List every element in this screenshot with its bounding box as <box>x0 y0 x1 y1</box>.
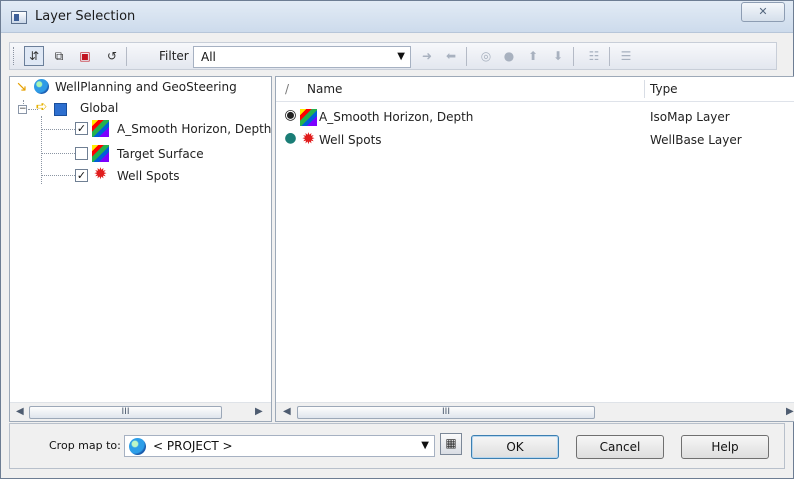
tree-line <box>41 129 75 130</box>
arrow-up-icon: ⬆ <box>527 49 539 63</box>
eye-icon[interactable]: ◉ <box>282 107 299 124</box>
chevron-left-icon[interactable]: ◀ <box>283 406 291 417</box>
globe-icon <box>34 79 49 94</box>
map-icon <box>300 109 317 126</box>
map-icon <box>92 145 109 162</box>
arrow-right-icon: ➪ <box>35 99 48 115</box>
tree-line <box>41 116 42 184</box>
layer-checkbox-target-surface[interactable] <box>75 147 88 160</box>
toolbar-separator <box>609 47 610 66</box>
toolbar-separator <box>573 47 574 66</box>
copy-layers-icon: ⧉ <box>54 49 64 63</box>
tree-horizontal-scrollbar[interactable]: ◀ III ▶ <box>10 402 271 421</box>
layer-tree-panel[interactable]: ↘ WellPlanning and GeoSteering − ➪ Globa… <box>9 76 272 422</box>
toolbar-separator <box>466 47 467 66</box>
crop-map-value: < PROJECT > <box>153 439 233 453</box>
tree-line <box>41 153 75 154</box>
properties-button[interactable]: ☷ <box>584 46 604 66</box>
window-title: Layer Selection <box>35 9 136 24</box>
chevron-left-icon[interactable]: ◀ <box>16 406 24 417</box>
dot-icon[interactable]: ● <box>282 130 299 147</box>
spot-icon: ✹ <box>301 129 316 148</box>
tree-line <box>41 175 75 176</box>
dialog-footer: Crop map to: < PROJECT > ▼ ▦ OK Cancel H… <box>9 423 785 469</box>
move-up-button[interactable]: ⬆ <box>523 46 543 66</box>
grid-icon <box>54 103 67 116</box>
arrow-left-icon: ⬅ <box>445 49 457 63</box>
arrow-right-icon: ➜ <box>421 49 433 63</box>
color-layers-button[interactable]: ▣ <box>75 46 95 66</box>
move-left-button[interactable]: ⬅ <box>441 46 461 66</box>
column-name-header[interactable]: Name <box>307 77 342 102</box>
lock-button[interactable]: ● <box>499 46 519 66</box>
layer-type: WellBase Layer <box>650 133 742 147</box>
dot-icon: ● <box>503 49 515 63</box>
color-layers-icon: ▣ <box>79 49 91 63</box>
layer-type: IsoMap Layer <box>650 110 730 124</box>
crop-map-label: Crop map to: <box>49 439 121 452</box>
tree-item-well-spots[interactable]: Well Spots <box>117 167 180 187</box>
chevron-right-icon[interactable]: ▶ <box>255 406 263 417</box>
ok-button[interactable]: OK <box>471 435 559 459</box>
details-button[interactable]: ☰ <box>616 46 636 66</box>
sort-list-button[interactable]: ⇵ <box>24 46 44 66</box>
details-icon: ☰ <box>620 49 632 63</box>
layer-list-panel[interactable]: / Name Type ◉ A_Smooth Horizon, Depth Is… <box>275 76 794 422</box>
layer-checkbox-well-spots[interactable]: ✓ <box>75 169 88 182</box>
tree-item-smooth-horizon[interactable]: A_Smooth Horizon, Depth <box>117 120 271 140</box>
tree-root-label: WellPlanning and GeoSteering <box>55 80 237 94</box>
chevron-down-icon: ▼ <box>397 51 405 62</box>
globe-icon <box>129 438 146 455</box>
close-button[interactable]: ✕ <box>741 2 785 22</box>
collapse-global-button[interactable]: − <box>18 105 27 114</box>
help-button[interactable]: Help <box>681 435 769 459</box>
copy-layers-button[interactable]: ⧉ <box>49 46 69 66</box>
filter-dropdown[interactable]: All ▼ <box>193 46 411 68</box>
layer-toolbar: ⇵ ⧉ ▣ ↺ Filter All ▼ ➜ ⬅ ◎ ● ⬆ ⬇ ☷ ☰ <box>9 42 777 70</box>
tree-scroll-thumb[interactable]: III <box>29 406 222 419</box>
crop-properties-button[interactable]: ▦ <box>440 433 462 455</box>
visibility-icon: ◎ <box>480 49 492 63</box>
tree-global-label: Global <box>80 101 119 115</box>
layer-name: A_Smooth Horizon, Depth <box>319 110 474 124</box>
sort-list-icon: ⇵ <box>28 49 40 63</box>
list-horizontal-scrollbar[interactable]: ◀ III ▶ <box>276 402 794 421</box>
layer-list-row[interactable]: ◉ A_Smooth Horizon, Depth IsoMap Layer <box>276 107 794 127</box>
refresh-button[interactable]: ↺ <box>102 46 122 66</box>
move-down-button[interactable]: ⬇ <box>548 46 568 66</box>
chevron-right-icon[interactable]: ▶ <box>786 406 794 417</box>
visibility-button[interactable]: ◎ <box>476 46 496 66</box>
refresh-icon: ↺ <box>106 49 118 63</box>
window-icon <box>11 11 27 24</box>
layer-checkbox-smooth-horizon[interactable]: ✓ <box>75 122 88 135</box>
sort-indicator: / <box>285 82 290 96</box>
filter-value: All <box>201 50 216 64</box>
toolbar-grip[interactable] <box>13 47 16 65</box>
cancel-button[interactable]: Cancel <box>576 435 664 459</box>
spot-icon: ✹ <box>93 164 108 183</box>
tree-item-target-surface[interactable]: Target Surface <box>117 145 204 165</box>
column-divider[interactable] <box>644 80 645 98</box>
layer-name: Well Spots <box>319 133 382 147</box>
properties-icon: ☷ <box>588 49 600 63</box>
map-icon <box>92 120 109 137</box>
list-scroll-thumb[interactable]: III <box>297 406 595 419</box>
toolbar-separator <box>126 47 127 66</box>
layer-list-row[interactable]: ● ✹ Well Spots WellBase Layer <box>276 130 794 150</box>
title-bar: Layer Selection ✕ <box>1 1 793 33</box>
properties-icon: ▦ <box>445 436 457 450</box>
arrow-down-icon: ⬇ <box>552 49 564 63</box>
layer-selection-window: Layer Selection ✕ ⇵ ⧉ ▣ ↺ Filter All ▼ ➜… <box>0 0 794 479</box>
crop-map-dropdown[interactable]: < PROJECT > ▼ <box>124 435 435 457</box>
filter-label: Filter <box>159 49 189 63</box>
move-right-button[interactable]: ➜ <box>417 46 437 66</box>
layer-list-header: / Name Type <box>276 77 794 102</box>
column-type-header[interactable]: Type <box>650 77 678 102</box>
project-folder-icon: ↘ <box>15 79 28 95</box>
chevron-down-icon: ▼ <box>421 440 429 451</box>
